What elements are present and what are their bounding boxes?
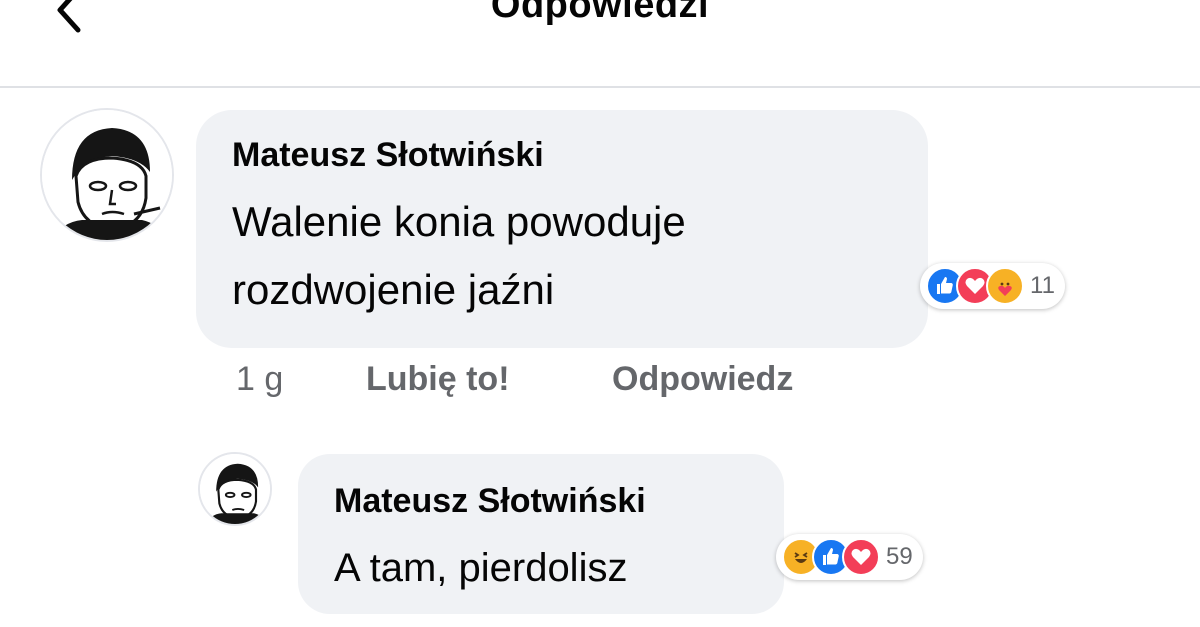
reaction-count: 59: [886, 543, 913, 570]
comment-author[interactable]: Mateusz Słotwiński: [232, 136, 544, 175]
comment-reactions[interactable]: 11: [920, 263, 1065, 309]
avatar[interactable]: [40, 108, 174, 242]
reply-avatar[interactable]: [198, 452, 272, 526]
comment-text-line-2: rozdwojenie jaźni: [232, 266, 555, 313]
reply-reactions[interactable]: 59: [776, 534, 923, 580]
comment-time: 1 g: [236, 360, 284, 398]
reply-button[interactable]: Odpowiedz: [612, 360, 793, 399]
reply-bubble: Mateusz Słotwiński A tam, pierdolisz: [298, 454, 784, 614]
page-title: Odpowiedzi: [490, 0, 710, 26]
reaction-count: 11: [1030, 272, 1055, 299]
like-button[interactable]: Lubię to!: [366, 360, 510, 399]
comment-bubble: Mateusz Słotwiński Walenie konia powoduj…: [196, 110, 928, 348]
header-bar: Odpowiedzi: [0, 0, 1200, 88]
reply-author[interactable]: Mateusz Słotwiński: [334, 482, 646, 521]
reply-text: A tam, pierdolisz: [334, 546, 628, 590]
care-icon: [986, 267, 1024, 305]
comment-text-line-1: Walenie konia powoduje: [232, 198, 686, 245]
love-icon: [842, 538, 880, 576]
